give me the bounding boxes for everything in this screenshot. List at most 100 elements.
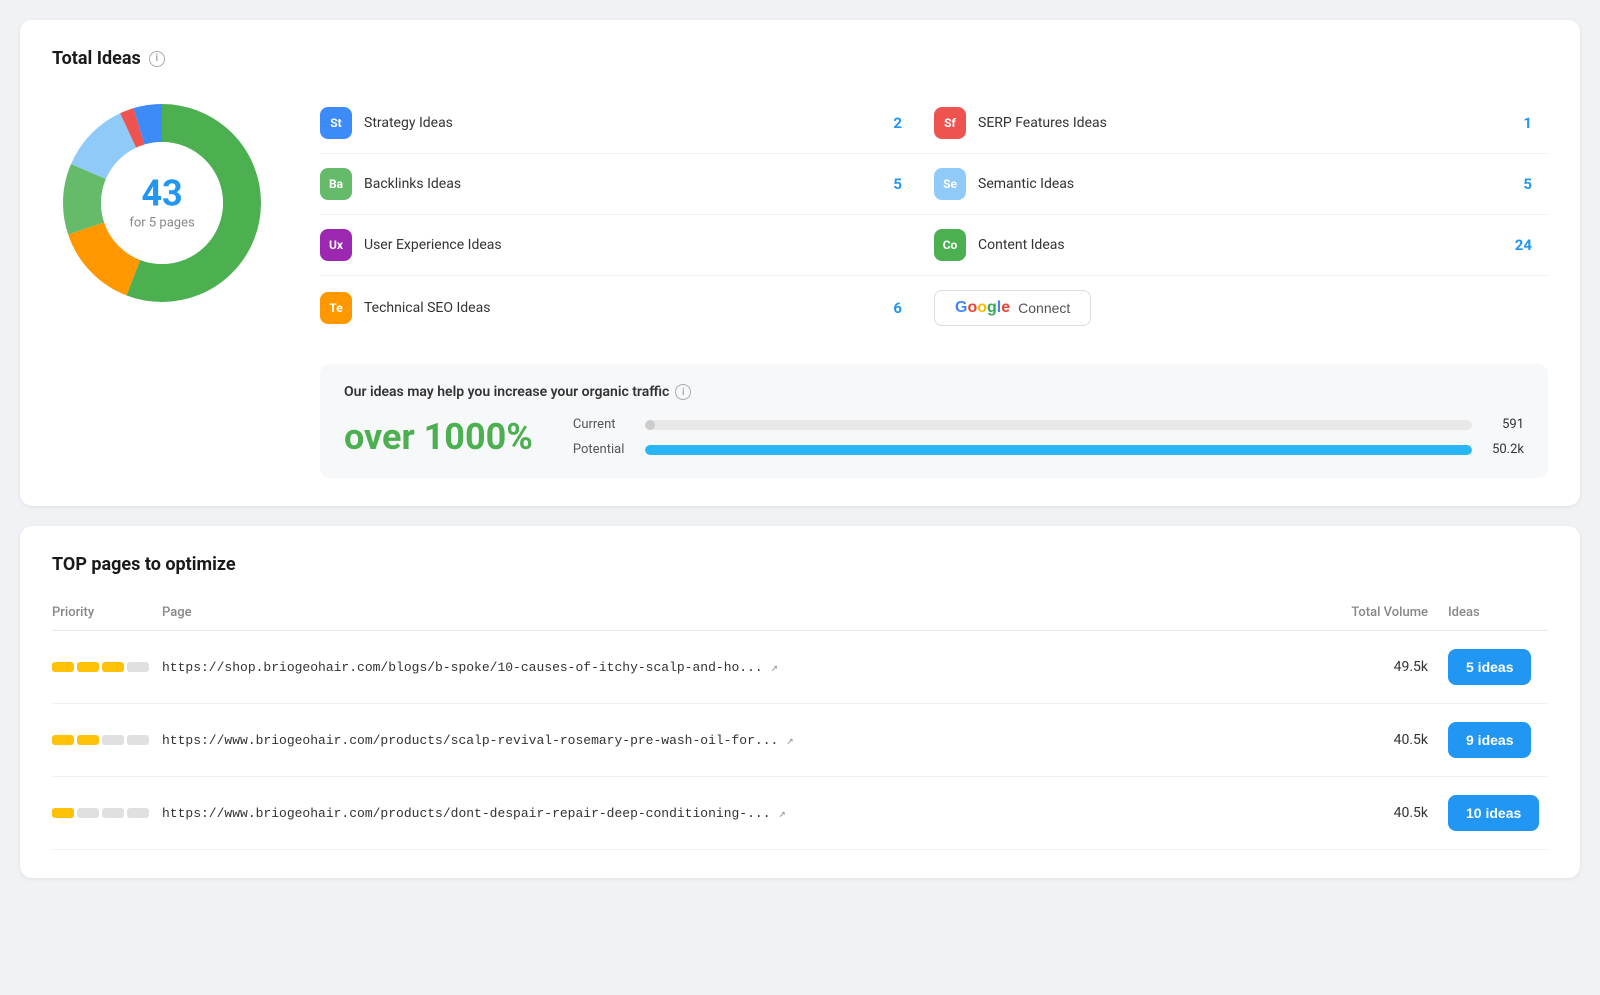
ext-link-icon-3[interactable]: ↗	[779, 806, 786, 821]
top-pages-title: TOP pages to optimize	[52, 554, 1548, 575]
backlinks-badge: Ba	[320, 168, 352, 200]
ideas-button-3[interactable]: 10 ideas	[1448, 795, 1539, 831]
ideas-right: St Strategy Ideas 2 Sf SERP Features Ide…	[320, 93, 1548, 478]
total-ideas-card: Total Ideas i 43 for 5 pages	[20, 20, 1580, 506]
donut-count: 43	[129, 176, 194, 212]
current-value: 591	[1484, 417, 1524, 432]
current-bar-fill	[645, 420, 655, 430]
google-connect-button[interactable]: Google Connect	[934, 290, 1091, 326]
pbar-3	[102, 662, 124, 672]
backlinks-count: 5	[893, 175, 902, 193]
current-bar-row: Current 591	[573, 417, 1524, 432]
g-logo-b: G	[955, 299, 967, 316]
col-page: Page	[162, 605, 1308, 620]
idea-row-technical: Te Technical SEO Ideas 6	[320, 276, 934, 340]
table-row: https://www.briogeohair.com/products/sca…	[52, 704, 1548, 777]
g-logo-y: o	[977, 299, 987, 316]
col-priority: Priority	[52, 605, 162, 620]
ux-badge: Ux	[320, 229, 352, 261]
g-logo-g: g	[987, 299, 997, 316]
table-row: https://shop.briogeohair.com/blogs/b‑spo…	[52, 631, 1548, 704]
col-volume: Total Volume	[1308, 605, 1448, 620]
technical-label: Technical SEO Ideas	[364, 300, 881, 316]
idea-row-backlinks: Ba Backlinks Ideas 5	[320, 154, 934, 215]
traffic-title-text: Our ideas may help you increase your org…	[344, 384, 669, 400]
total-ideas-title-text: Total Ideas	[52, 48, 141, 69]
priority-indicator-3	[52, 808, 162, 818]
semantic-badge: Se	[934, 168, 966, 200]
potential-bar-fill	[645, 445, 1472, 455]
traffic-bars: Current 591 Potential 50.2k	[573, 417, 1524, 457]
strategy-label: Strategy Ideas	[364, 115, 881, 131]
table-row: https://www.briogeohair.com/products/don…	[52, 777, 1548, 850]
connect-label: Connect	[1018, 300, 1070, 316]
strategy-badge: St	[320, 107, 352, 139]
traffic-box: Our ideas may help you increase your org…	[320, 364, 1548, 478]
potential-bar-row: Potential 50.2k	[573, 442, 1524, 457]
pbar-1	[52, 808, 74, 818]
total-ideas-info-icon[interactable]: i	[149, 51, 165, 67]
g-logo-r2: e	[1001, 299, 1010, 316]
donut-center: 43 for 5 pages	[129, 176, 194, 231]
pbar-3	[102, 735, 124, 745]
content-label: Content Ideas	[978, 237, 1503, 253]
current-bar-track	[645, 420, 1472, 430]
ideas-btn-wrapper-2: 9 ideas	[1448, 722, 1548, 758]
pbar-3	[102, 808, 124, 818]
traffic-percent: over 1000%	[344, 416, 533, 458]
idea-row-content: Co Content Ideas 24	[934, 215, 1548, 276]
pbar-4	[127, 662, 149, 672]
donut-chart: 43 for 5 pages	[52, 93, 272, 313]
g-logo-r: o	[967, 299, 977, 316]
pbar-2	[77, 735, 99, 745]
technical-badge: Te	[320, 292, 352, 324]
pbar-4	[127, 735, 149, 745]
semantic-count: 5	[1523, 175, 1532, 193]
pbar-1	[52, 662, 74, 672]
ext-link-icon-1[interactable]: ↗	[771, 660, 778, 675]
traffic-content: over 1000% Current 591 Potential	[344, 416, 1524, 458]
backlinks-label: Backlinks Ideas	[364, 176, 881, 192]
connect-row: Google Connect	[934, 276, 1548, 340]
ideas-button-1[interactable]: 5 ideas	[1448, 649, 1531, 685]
serp-label: SERP Features Ideas	[978, 115, 1511, 131]
traffic-title: Our ideas may help you increase your org…	[344, 384, 1524, 400]
page-url-1: https://shop.briogeohair.com/blogs/b‑spo…	[162, 660, 1308, 675]
strategy-count: 2	[893, 114, 902, 132]
potential-value: 50.2k	[1484, 442, 1524, 457]
total-ideas-title: Total Ideas i	[52, 48, 1548, 69]
idea-row-strategy: St Strategy Ideas 2	[320, 93, 934, 154]
ideas-btn-wrapper-1: 5 ideas	[1448, 649, 1548, 685]
pbar-2	[77, 808, 99, 818]
potential-label: Potential	[573, 442, 633, 457]
total-ideas-content: 43 for 5 pages St Strategy Ideas 2 Sf SE…	[52, 93, 1548, 478]
volume-1: 49.5k	[1308, 659, 1448, 675]
idea-row-semantic: Se Semantic Ideas 5	[934, 154, 1548, 215]
page-url-2: https://www.briogeohair.com/products/sca…	[162, 733, 1308, 748]
ext-link-icon-2[interactable]: ↗	[786, 733, 793, 748]
serp-count: 1	[1523, 114, 1532, 132]
priority-indicator-2	[52, 735, 162, 745]
ideas-button-2[interactable]: 9 ideas	[1448, 722, 1531, 758]
content-count: 24	[1515, 236, 1532, 254]
content-badge: Co	[934, 229, 966, 261]
ideas-btn-wrapper-3: 10 ideas	[1448, 795, 1548, 831]
pbar-2	[77, 662, 99, 672]
semantic-label: Semantic Ideas	[978, 176, 1511, 192]
technical-count: 6	[893, 299, 902, 317]
donut-subtitle: for 5 pages	[129, 216, 194, 231]
idea-row-serp: Sf SERP Features Ideas 1	[934, 93, 1548, 154]
current-label: Current	[573, 417, 633, 432]
pbar-4	[127, 808, 149, 818]
traffic-info-icon[interactable]: i	[675, 384, 691, 400]
top-pages-card: TOP pages to optimize Priority Page Tota…	[20, 526, 1580, 878]
ideas-grid: St Strategy Ideas 2 Sf SERP Features Ide…	[320, 93, 1548, 340]
table-header: Priority Page Total Volume Ideas	[52, 595, 1548, 631]
volume-3: 40.5k	[1308, 805, 1448, 821]
serp-badge: Sf	[934, 107, 966, 139]
google-logo: Google	[955, 299, 1010, 317]
pbar-1	[52, 735, 74, 745]
potential-bar-track	[645, 445, 1472, 455]
ux-label: User Experience Ideas	[364, 237, 902, 253]
priority-indicator-1	[52, 662, 162, 672]
